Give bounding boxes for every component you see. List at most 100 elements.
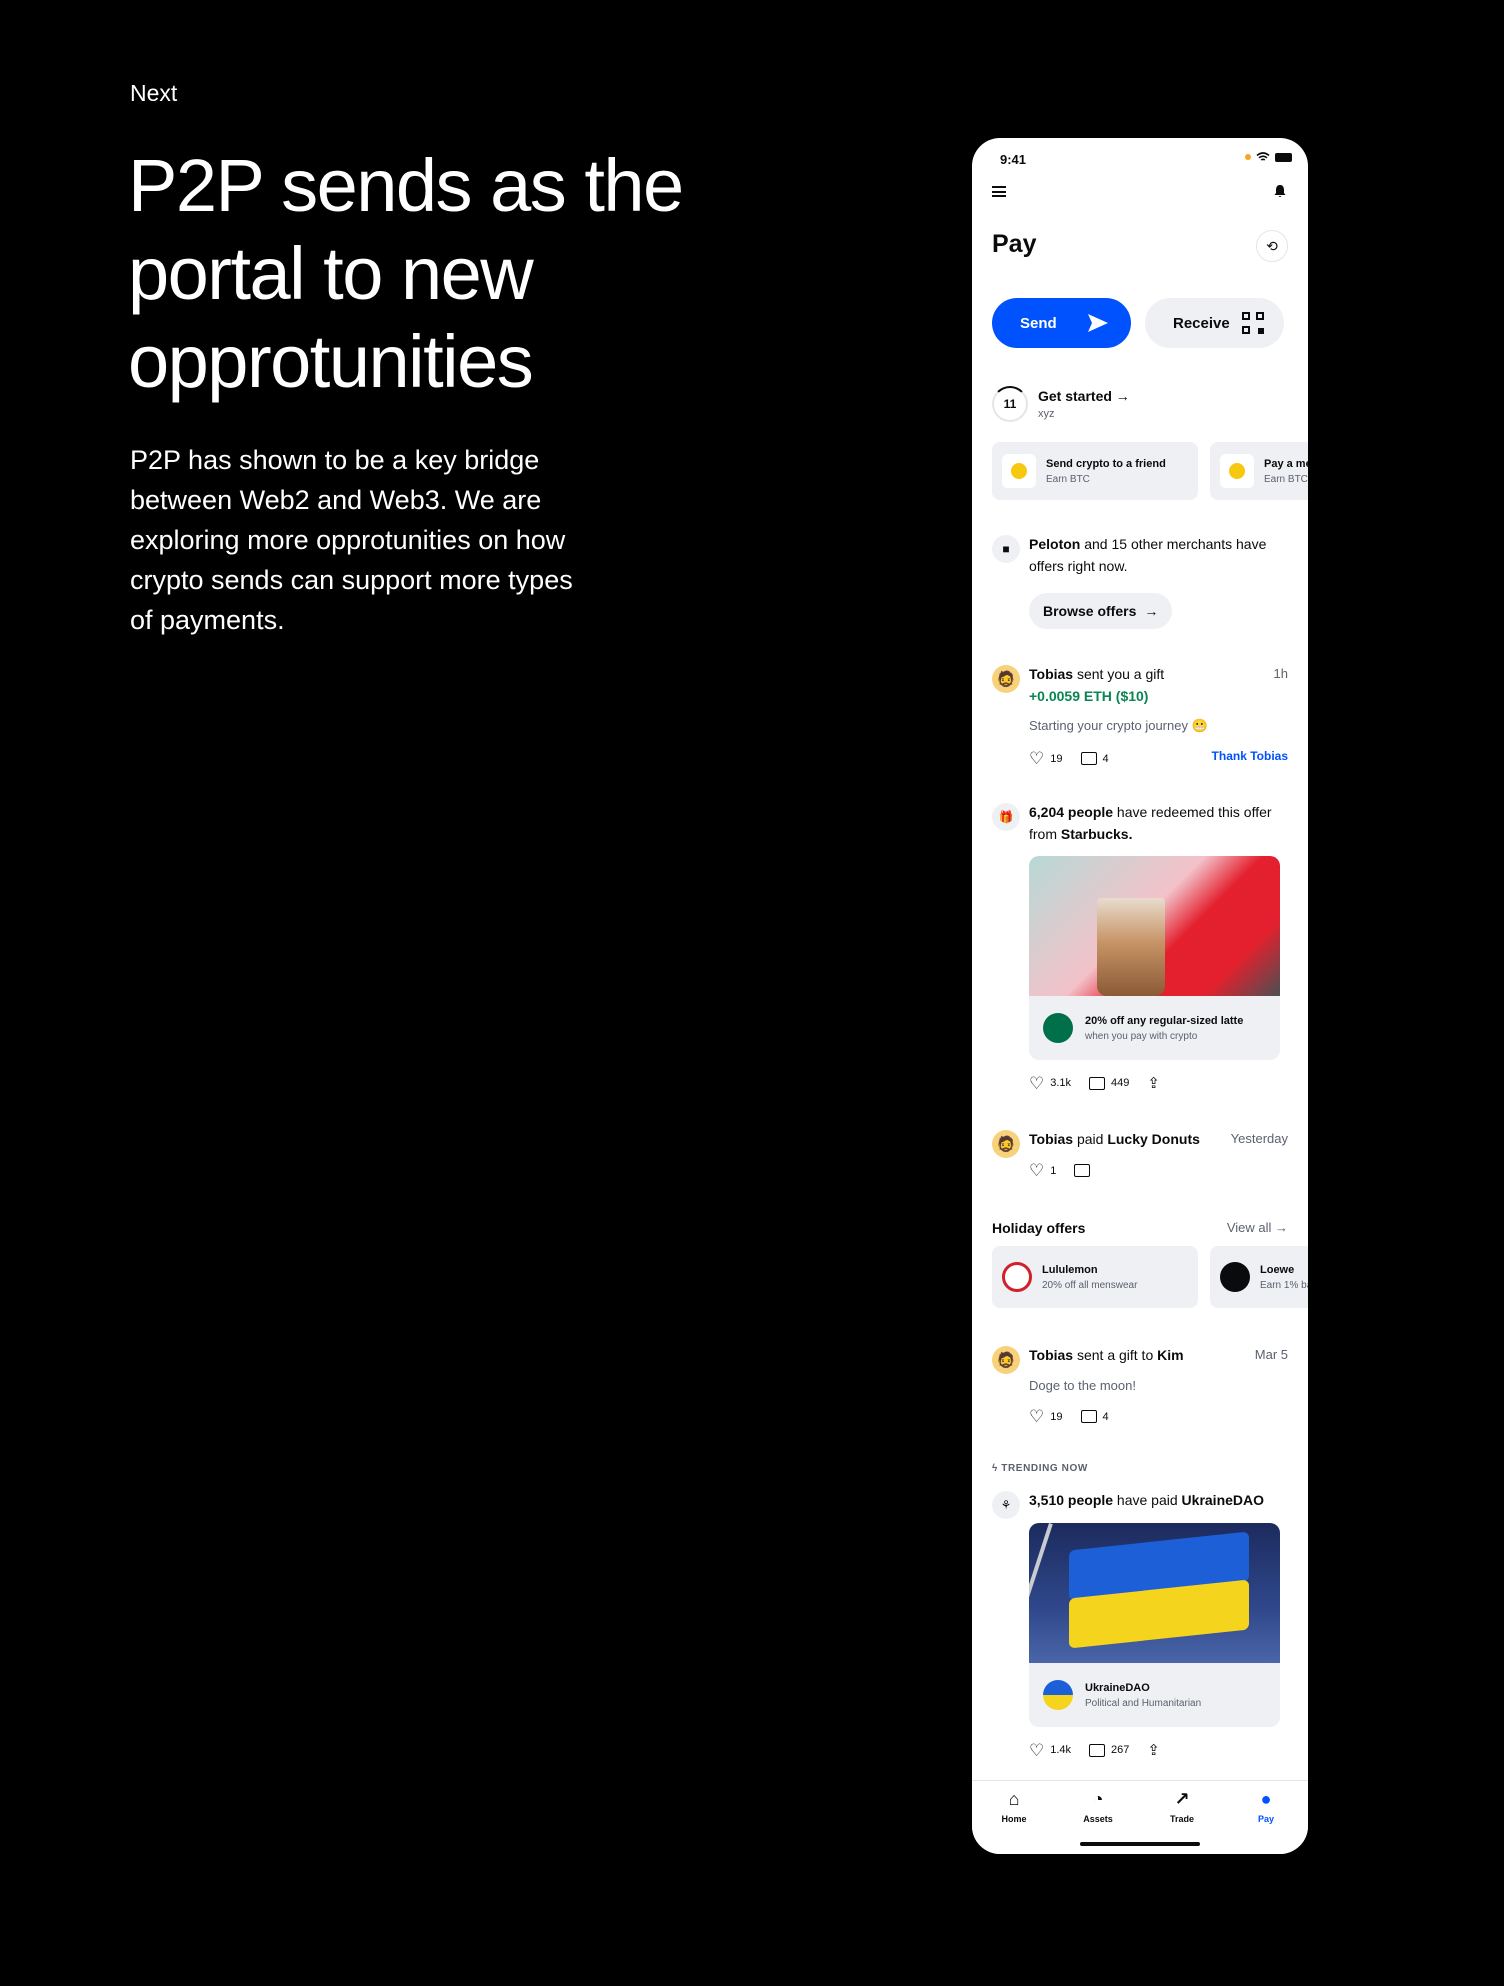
tab-label: Trade [1169,1814,1194,1824]
home-indicator [1080,1842,1200,1846]
send-crypto-icon [1002,454,1036,488]
avatar[interactable]: 🧔 [992,665,1020,693]
tab-label: Assets [1083,1814,1113,1824]
share-icon[interactable]: ⇪ [1147,1741,1160,1759]
holiday-title: Loewe [1260,1263,1295,1276]
post-actions: ♡ 19 4 [1029,1408,1109,1425]
payment-action: paid [1073,1131,1108,1147]
comment-button[interactable]: 4 [1080,1410,1109,1423]
pay-merchant-icon [1220,454,1254,488]
task-card[interactable]: Send crypto to a friend Earn BTC [992,442,1198,500]
comment-count: 267 [1111,1744,1130,1756]
eyebrow: Next [130,80,178,106]
holiday-card[interactable]: Lululemon 20% off all menswear [992,1246,1198,1308]
post-actions: ♡ 3.1k 449 ⇪ [1029,1074,1160,1093]
sender-name: Tobias [1029,666,1074,682]
page-title: Pay [992,230,1037,258]
task-card[interactable]: Pay a merchant Earn BTC [1210,442,1308,500]
status-bar: 9:41 [1000,150,1292,170]
like-count: 19 [1050,752,1063,765]
headline: P2P sends as the portal to new opprotuni… [128,144,684,403]
tab-label: Home [1001,1814,1027,1824]
pay-icon: ● [1260,1789,1272,1809]
status-time: 9:41 [1000,152,1027,167]
post-actions: ♡ 1 [1029,1162,1091,1179]
like-button[interactable]: ♡ 1 [1029,1162,1056,1179]
menu-icon[interactable] [992,186,1006,197]
tab-label: Pay [1257,1814,1274,1824]
thank-button[interactable]: Thank Tobias [1212,749,1288,763]
progress-ring: 11 [992,386,1028,422]
starbucks-brand: Starbucks. [1060,826,1133,842]
heart-icon: ♡ [1029,1073,1045,1093]
latte-cup [1097,898,1165,996]
history-icon: ⟲ [1266,237,1278,254]
comment-button[interactable]: 449 [1089,1076,1129,1090]
browse-offers-button[interactable]: Browse offers → [1029,593,1173,629]
tab-home[interactable]: ⌂ Home [972,1781,1056,1854]
get-started-subtitle: xyz [1038,408,1055,420]
view-all-link[interactable]: View all → [1227,1220,1288,1235]
comment-count: 4 [1102,1410,1109,1423]
history-button[interactable]: ⟲ [1256,230,1288,262]
comment-button[interactable]: 4 [1080,752,1109,765]
timestamp: Yesterday [1230,1131,1288,1146]
send-button[interactable]: Send [992,298,1131,348]
post-actions: ♡ 19 4 [1029,750,1109,767]
trending-label: ϟ TRENDING NOW [992,1463,1088,1474]
browse-offers-label: Browse offers [1043,603,1137,619]
comment-icon [1080,752,1097,765]
task-title: Pay a merchant [1264,457,1308,470]
task-subtitle: Earn BTC [1264,473,1308,485]
latte-image [1029,856,1280,996]
like-button[interactable]: ♡ 19 [1029,1408,1063,1425]
donation-icon: ⚘ [992,1491,1020,1519]
comment-button[interactable] [1074,1164,1091,1177]
card-subtitle: Political and Humanitarian [1085,1697,1202,1709]
task-carousel: Send crypto to a friend Earn BTC Pay a me… [992,442,1308,500]
comment-button[interactable]: 267 [1089,1743,1130,1757]
avatar[interactable]: 🧔 [992,1346,1020,1374]
ukraine-card[interactable]: UkraineDAO Political and Humanitarian [1029,1523,1280,1727]
heart-icon: ♡ [1029,1740,1045,1760]
like-count: 19 [1050,1410,1063,1423]
share-icon[interactable]: ⇪ [1147,1074,1160,1092]
like-count: 3.1k [1050,1077,1072,1089]
ukrainedao-logo-icon [1043,1680,1073,1710]
merchant-name: Lucky Donuts [1107,1131,1200,1147]
holiday-card[interactable]: Loewe Earn 1% back [1210,1246,1308,1308]
heart-icon: ♡ [1029,749,1045,768]
starbucks-text: 6,204 people have redeemed this offer fr… [1029,801,1288,845]
gift-action: sent you a gift [1073,666,1165,682]
get-started-title: Get started → [1038,388,1130,404]
comment-icon [1074,1164,1091,1177]
body-copy: P2P has shown to be a key bridge between… [130,445,573,635]
trending-brand: UkraineDAO [1181,1492,1265,1508]
receive-button[interactable]: Receive [1145,298,1284,348]
task-title: Send crypto to a friend [1046,457,1166,470]
card-title: UkraineDAO [1085,1681,1150,1694]
kim-text: Tobias sent a gift to Kim [1029,1344,1288,1366]
lululemon-logo-icon [1002,1262,1032,1292]
holiday-carousel: Lululemon 20% off all menswear Loewe Earn … [992,1246,1308,1308]
merchants-text: Peloton and 15 other merchants have offe… [1029,533,1288,577]
avatar[interactable]: 🧔 [992,1130,1020,1158]
comment-icon [1089,1076,1106,1090]
privacy-dot-icon [1245,154,1251,160]
tab-pay[interactable]: ● Pay [1224,1781,1308,1854]
like-count: 1 [1050,1164,1057,1177]
comment-icon [1089,1743,1106,1757]
like-button[interactable]: ♡ 3.1k [1029,1075,1071,1092]
payer-name: Tobias [1029,1131,1074,1147]
timestamp: Mar 5 [1254,1347,1288,1362]
trending-text: TRENDING NOW [1001,1463,1088,1474]
pie-chart-icon: ◔ [1092,1789,1104,1809]
merchant-brand: Peloton [1029,536,1081,552]
like-button[interactable]: ♡ 1.4k [1029,1742,1071,1759]
starbucks-offer-card[interactable]: 20% off any regular-sized latte when you … [1029,856,1280,1060]
bell-icon[interactable] [1274,184,1286,198]
comment-icon [1080,1410,1097,1423]
home-icon: ⌂ [1008,1789,1020,1809]
lightning-icon: ϟ [992,1463,1002,1474]
like-button[interactable]: ♡ 19 [1029,750,1063,767]
